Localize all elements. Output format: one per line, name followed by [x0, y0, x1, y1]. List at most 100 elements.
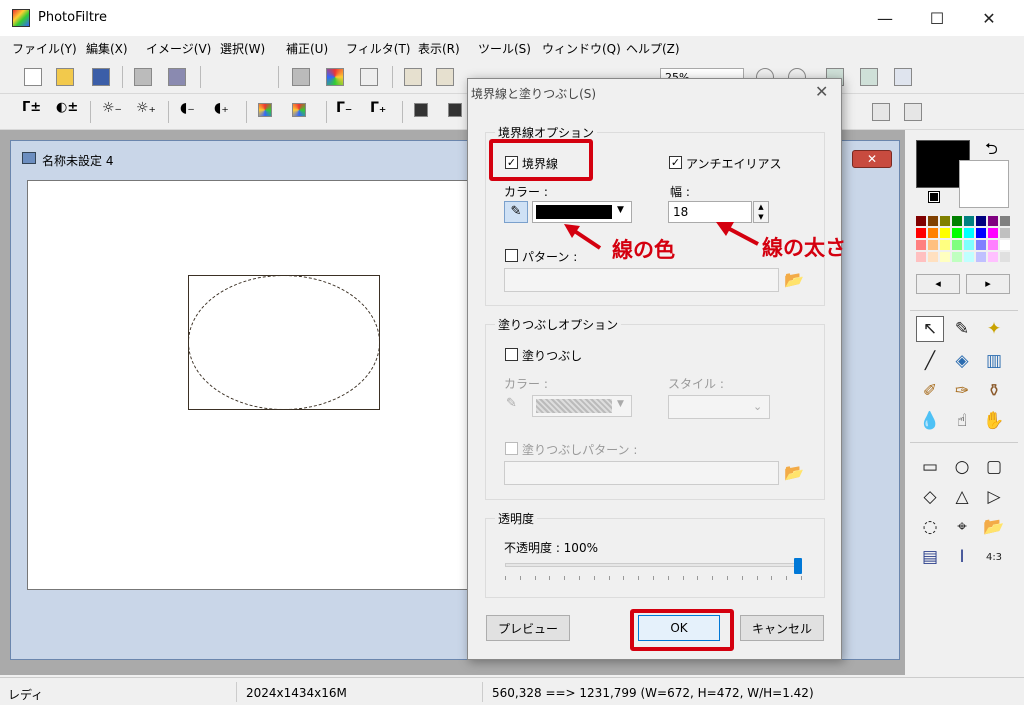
saturation-down-icon[interactable]	[258, 103, 272, 117]
palette-prev-button[interactable]: ◂	[916, 274, 960, 294]
palette-swatch[interactable]	[952, 228, 962, 238]
palette-swatch[interactable]	[1000, 228, 1010, 238]
menu-help[interactable]: ヘルプ(Z)	[626, 40, 680, 57]
close-button[interactable]: ✕	[966, 0, 1012, 36]
menu-adjust[interactable]: 補正(U)	[286, 40, 328, 57]
palette-swatch[interactable]	[1000, 216, 1010, 226]
polygon-lasso-icon[interactable]: ⌖	[948, 514, 976, 540]
right-triangle-icon[interactable]: ▷	[980, 484, 1008, 510]
lasso-icon[interactable]: ◌	[916, 514, 944, 540]
palette-swatch[interactable]	[1000, 252, 1010, 262]
copy-icon[interactable]	[292, 68, 310, 86]
swap-colors-icon[interactable]: ⮌	[985, 138, 998, 165]
stamp-icon[interactable]: ⚱	[980, 378, 1008, 404]
palette-swatch[interactable]	[952, 240, 962, 250]
palette-swatch[interactable]	[988, 240, 998, 250]
contrast-up-icon[interactable]: ◖₊	[214, 100, 229, 116]
rounded-rect-icon[interactable]: ▢	[980, 454, 1008, 480]
auto-levels-icon[interactable]: Γ±	[22, 100, 41, 115]
cancel-button[interactable]: キャンセル	[740, 615, 824, 641]
triangle-shape-icon[interactable]: △	[948, 484, 976, 510]
saturation-up-icon[interactable]	[292, 103, 306, 117]
brightness-down-icon[interactable]: ☼₋	[102, 100, 122, 116]
scanner-icon[interactable]	[168, 68, 186, 86]
preview-button[interactable]: プレビュー	[486, 615, 570, 641]
text-selection-icon[interactable]: Ⅰ	[948, 544, 976, 570]
palette-swatch[interactable]	[964, 252, 974, 262]
palette-swatch[interactable]	[976, 216, 986, 226]
line-tool-icon[interactable]: ╱	[916, 348, 944, 374]
brush-icon[interactable]: ✐	[916, 378, 944, 404]
grid-icon[interactable]	[414, 103, 428, 117]
print-icon[interactable]	[134, 68, 152, 86]
hand-icon[interactable]: ✋	[980, 408, 1008, 434]
gamma-down-icon[interactable]: Γ₋	[336, 100, 352, 116]
maximize-button[interactable]: ☐	[914, 0, 960, 36]
palette-swatch[interactable]	[952, 252, 962, 262]
palette-swatch[interactable]	[928, 228, 938, 238]
image-size-icon[interactable]	[404, 68, 422, 86]
fill-checkbox[interactable]	[505, 348, 518, 361]
pattern-icon[interactable]	[448, 103, 462, 117]
palette-swatch[interactable]	[952, 216, 962, 226]
menu-window[interactable]: ウィンドウ(Q)	[542, 40, 621, 57]
default-colors-icon[interactable]	[928, 191, 940, 203]
palette-swatch[interactable]	[964, 240, 974, 250]
rotate-icon[interactable]	[872, 103, 890, 121]
menu-filter[interactable]: フィルタ(T)	[346, 40, 410, 57]
menu-edit[interactable]: 編集(X)	[86, 40, 128, 57]
open-folder-icon[interactable]	[56, 68, 74, 86]
save-icon[interactable]	[92, 68, 110, 86]
menu-file[interactable]: ファイル(Y)	[12, 40, 77, 57]
palette-next-button[interactable]: ▸	[966, 274, 1010, 294]
opacity-slider-track[interactable]	[505, 563, 802, 567]
diamond-shape-icon[interactable]: ◇	[916, 484, 944, 510]
background-color-swatch[interactable]	[959, 160, 1009, 208]
magic-wand-icon[interactable]: ✦	[980, 316, 1008, 342]
new-file-icon[interactable]	[24, 68, 42, 86]
palette-swatch[interactable]	[916, 240, 926, 250]
select-all-icon[interactable]: ▤	[916, 544, 944, 570]
menu-view[interactable]: 表示(R)	[418, 40, 460, 57]
menu-selection[interactable]: 選択(W)	[220, 40, 265, 57]
fill-pattern-folder-icon[interactable]: 📂	[784, 463, 804, 482]
fill-style-select[interactable]: ⌄	[668, 395, 770, 419]
palette-swatch[interactable]	[976, 228, 986, 238]
blur-drop-icon[interactable]: 💧	[916, 408, 944, 434]
palette-swatch[interactable]	[988, 252, 998, 262]
auto-contrast-icon[interactable]: ◐±	[56, 100, 78, 115]
fill-eyedropper-icon[interactable]: ✎	[506, 396, 517, 411]
palette-swatch[interactable]	[916, 252, 926, 262]
palette-swatch[interactable]	[940, 228, 950, 238]
palette-swatch[interactable]	[916, 228, 926, 238]
palette-swatch[interactable]	[940, 240, 950, 250]
advanced-brush-icon[interactable]: ✑	[948, 378, 976, 404]
open-selection-icon[interactable]: 📂	[980, 514, 1008, 540]
gamma-up-icon[interactable]: Γ₊	[370, 100, 386, 116]
eyedropper-icon[interactable]: ✎	[948, 316, 976, 342]
minimize-button[interactable]: —	[862, 0, 908, 36]
spray-icon[interactable]: ▥	[980, 348, 1008, 374]
palette-swatch[interactable]	[964, 216, 974, 226]
actual-size-icon[interactable]	[860, 68, 878, 86]
palette-swatch[interactable]	[940, 252, 950, 262]
palette-swatch[interactable]	[1000, 240, 1010, 250]
fullscreen-icon[interactable]	[894, 68, 912, 86]
brightness-up-icon[interactable]: ☼₊	[136, 100, 156, 116]
rectangle-shape-icon[interactable]: ▭	[916, 454, 944, 480]
contrast-down-icon[interactable]: ◖₋	[180, 100, 195, 116]
document-close-icon[interactable]: ✕	[852, 150, 892, 168]
palette-swatch[interactable]	[976, 240, 986, 250]
palette-swatch[interactable]	[916, 216, 926, 226]
palette-swatch[interactable]	[928, 252, 938, 262]
pattern-checkbox[interactable]	[505, 249, 518, 262]
aspect-ratio-icon[interactable]: 4:3	[980, 544, 1008, 570]
palette-swatch[interactable]	[976, 252, 986, 262]
antialias-checkbox[interactable]: ✓	[669, 156, 682, 169]
smudge-icon[interactable]: ☝	[948, 408, 976, 434]
palette-swatch[interactable]	[940, 216, 950, 226]
color-grid-icon[interactable]	[326, 68, 344, 86]
flip-icon[interactable]	[904, 103, 922, 121]
palette-swatch[interactable]	[928, 216, 938, 226]
select-arrow-icon[interactable]: ↖	[916, 316, 944, 342]
